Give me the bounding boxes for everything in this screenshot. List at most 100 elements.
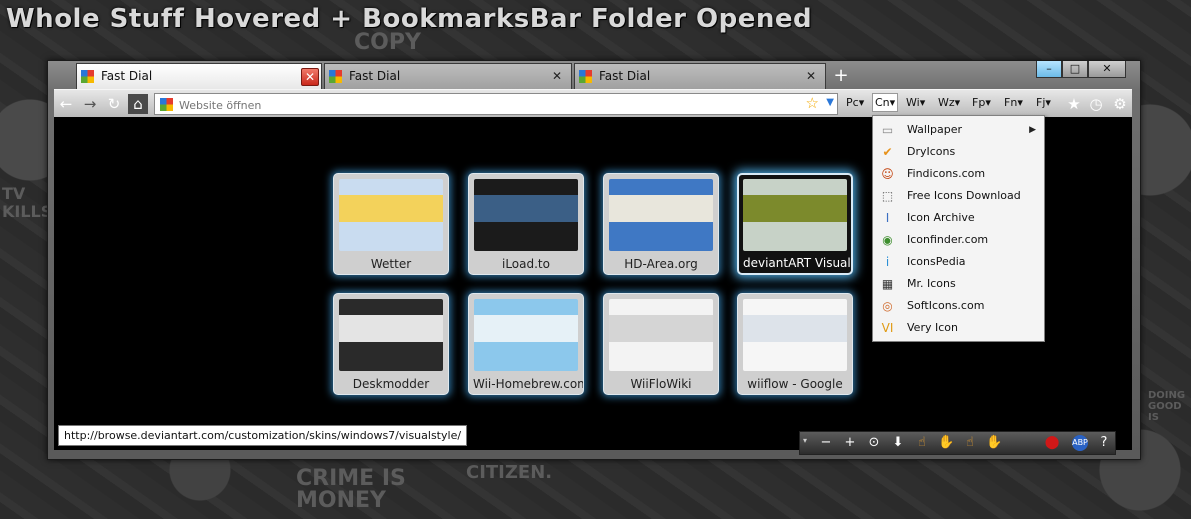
- chevron-down-icon: ▾: [1017, 96, 1023, 109]
- speed-dial-tile[interactable]: deviantART Visual: [737, 173, 853, 275]
- url-bar: ☆ ▼: [154, 93, 838, 115]
- menu-item-label: SoftIcons.com: [907, 299, 985, 312]
- mr-icons-icon: ▦: [881, 277, 894, 291]
- menu-item-dryicons[interactable]: ✔ DryIcons: [873, 141, 1044, 163]
- abp-icon[interactable]: ABP: [1072, 435, 1088, 451]
- new-tab-button[interactable]: +: [830, 65, 852, 87]
- bg-text-tv: TV KILLS: [2, 184, 53, 221]
- bookmark-folder-wz[interactable]: Wz▾: [938, 96, 960, 109]
- tile-label: Wii-Homebrew.com: [473, 377, 583, 391]
- bookmark-folder-label: Fp: [972, 96, 986, 109]
- chevron-down-icon: ▾: [889, 96, 896, 109]
- reload-icon[interactable]: ↻: [104, 94, 124, 114]
- chevron-down-icon: ▾: [1045, 96, 1051, 109]
- bookmark-folder-label: Wi: [906, 96, 920, 109]
- tab-fast-dial-2[interactable]: Fast Dial ✕: [324, 63, 572, 89]
- speed-dial-tile[interactable]: Wetter: [333, 173, 449, 275]
- fast-dial-favicon-icon: [81, 70, 94, 83]
- speed-dial-tile[interactable]: Wii-Homebrew.com: [468, 293, 584, 395]
- tile-label: iLoad.to: [502, 257, 550, 271]
- menu-item-icon-archive[interactable]: I Icon Archive: [873, 207, 1044, 229]
- bg-text-copy: COPY: [354, 30, 421, 55]
- check-icon: ✔: [882, 145, 893, 159]
- speed-dial-tile[interactable]: Deskmodder: [333, 293, 449, 395]
- bookmark-folder-fj[interactable]: Fj▾: [1036, 96, 1051, 109]
- bg-text-citizen: CITIZEN.: [466, 462, 553, 483]
- settings-gear-icon[interactable]: ⚙: [1110, 94, 1130, 114]
- tile-label: Wetter: [370, 257, 412, 271]
- site-thumbnail: [474, 179, 578, 251]
- menu-item-softicons-com[interactable]: ◎ SoftIcons.com: [873, 295, 1044, 317]
- tab-close-icon[interactable]: ✕: [549, 68, 565, 84]
- addon-blue-icon[interactable]: ☝: [962, 435, 978, 451]
- menu-item-label: Wallpaper: [907, 123, 963, 136]
- tab-close-icon[interactable]: ✕: [301, 68, 319, 86]
- menu-item-mr-icons[interactable]: ▦ Mr. Icons: [873, 273, 1044, 295]
- status-bar-url: http://browse.deviantart.com/customizati…: [58, 425, 468, 446]
- bookmark-folder-label: Wz: [938, 96, 955, 109]
- menu-item-very-icon[interactable]: VI Very Icon: [873, 317, 1044, 339]
- bookmark-folder-pc[interactable]: Pc▾: [846, 96, 864, 109]
- tile-label: wiiflow - Google: [747, 377, 843, 391]
- tile-label: HD-Area.org: [624, 257, 698, 271]
- site-thumbnail: [609, 179, 713, 251]
- disc-icon: ◎: [882, 299, 893, 313]
- chevron-down-icon: ▾: [985, 96, 991, 109]
- menu-item-label: Free Icons Download: [907, 189, 1021, 202]
- bookmark-folder-fn[interactable]: Fn▾: [1004, 96, 1023, 109]
- forward-icon[interactable]: →: [80, 94, 100, 114]
- tab-fast-dial-1[interactable]: Fast Dial ✕: [76, 63, 322, 89]
- site-thumbnail: [339, 299, 443, 371]
- maximize-button[interactable]: □: [1062, 61, 1088, 78]
- fast-dial-favicon-icon: [579, 70, 592, 83]
- adblock-stop-icon[interactable]: ⬤: [1044, 435, 1060, 451]
- menu-item-iconspedia[interactable]: i IconsPedia: [873, 251, 1044, 273]
- history-icon[interactable]: ◷: [1086, 94, 1106, 114]
- chevron-down-icon: ▾: [954, 96, 961, 109]
- chevron-down-icon[interactable]: ▾: [803, 436, 807, 445]
- addon-hand-icon[interactable]: ☝: [914, 435, 930, 451]
- zoom-out-icon[interactable]: −: [818, 435, 834, 451]
- speed-dial-tile[interactable]: wiiflow - Google: [737, 293, 853, 395]
- addon-orange-icon[interactable]: ✋: [986, 435, 1002, 451]
- bookmark-folder-menu: ▭ Wallpaper ▶ ✔ DryIcons ☺ Findicons.com ⬚ Free …: [872, 115, 1045, 342]
- menu-item-label: Very Icon: [907, 321, 958, 334]
- url-input[interactable]: [177, 95, 801, 115]
- bookmark-folder-label: Fj: [1036, 96, 1046, 109]
- speed-dial-tile[interactable]: iLoad.to: [468, 173, 584, 275]
- site-thumbnail: [474, 299, 578, 371]
- close-window-button[interactable]: ✕: [1088, 61, 1126, 78]
- zoom-in-icon[interactable]: +: [842, 435, 858, 451]
- menu-item-wallpaper[interactable]: ▭ Wallpaper ▶: [873, 119, 1044, 141]
- zoom-reset-icon[interactable]: ⊙: [866, 435, 882, 451]
- help-icon[interactable]: ?: [1096, 435, 1112, 451]
- menu-item-iconfinder-com[interactable]: ◉ Iconfinder.com: [873, 229, 1044, 251]
- bookmark-star-icon[interactable]: ☆: [806, 94, 819, 112]
- tab-bar: Fast Dial ✕ Fast Dial ✕ Fast Dial ✕ +: [76, 63, 866, 89]
- minimize-button[interactable]: –: [1036, 61, 1062, 78]
- tab-close-icon[interactable]: ✕: [803, 68, 819, 84]
- addon-fox-icon[interactable]: ✋: [938, 435, 954, 451]
- speed-dial-tile[interactable]: HD-Area.org: [603, 173, 719, 275]
- speed-dial-tile[interactable]: WiiFloWiki: [603, 293, 719, 395]
- home-icon[interactable]: ⌂: [128, 94, 148, 114]
- navigation-toolbar: ← → ↻ ⌂ ☆ ▼ Pc▾ Cn▾ Wi▾ Wz▾ Fp▾ Fn▾ Fj▾ …: [54, 89, 1132, 118]
- bg-text-doing: DOING GOOD IS: [1148, 390, 1186, 423]
- chevron-down-icon: ▾: [858, 96, 865, 109]
- bookmark-folder-cn[interactable]: Cn▾: [872, 93, 899, 112]
- page-favicon-icon: [160, 98, 173, 111]
- chevron-down-icon: ▾: [919, 96, 926, 109]
- menu-item-label: Iconfinder.com: [907, 233, 989, 246]
- bookmark-folder-wi[interactable]: Wi▾: [906, 96, 925, 109]
- menu-item-free-icons-download[interactable]: ⬚ Free Icons Download: [873, 185, 1044, 207]
- pedia-icon: i: [885, 255, 890, 269]
- site-thumbnail: [339, 179, 443, 251]
- bookmark-folder-label: Cn: [875, 96, 890, 109]
- url-dropdown-icon[interactable]: ▼: [826, 97, 834, 108]
- bookmarks-icon[interactable]: ★: [1064, 94, 1084, 114]
- menu-item-findicons-com[interactable]: ☺ Findicons.com: [873, 163, 1044, 185]
- back-icon[interactable]: ←: [56, 94, 76, 114]
- bookmark-folder-fp[interactable]: Fp▾: [972, 96, 991, 109]
- download-icon[interactable]: ⬇: [890, 435, 906, 451]
- tab-fast-dial-3[interactable]: Fast Dial ✕: [574, 63, 826, 89]
